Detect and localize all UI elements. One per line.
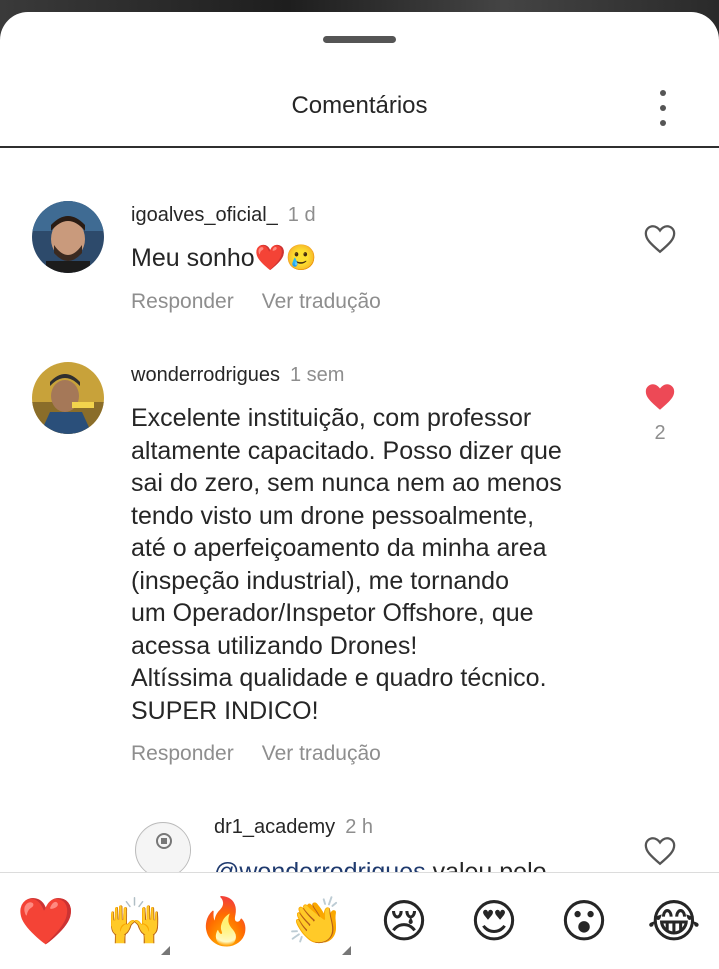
tears-of-joy-emoji-button[interactable]: 😂 <box>646 893 702 949</box>
fire-emoji-button[interactable]: 🔥 <box>197 893 254 949</box>
comment-line: sai do zero, sem nunca nem ao menos <box>131 469 562 497</box>
comment-line: um Operador/Inspetor Offshore, que <box>131 599 534 627</box>
comment-line: SUPER INDICO! <box>131 696 319 725</box>
comment-time: 1 sem <box>289 364 345 386</box>
comment-username[interactable]: igoalves_oficial_ 1 d <box>131 204 316 227</box>
heart-emoji-button[interactable]: ❤️ <box>17 893 74 949</box>
see-translation-button[interactable]: Ver tradução <box>262 742 381 765</box>
heart-outline-icon[interactable] <box>642 222 678 256</box>
avatar[interactable] <box>32 201 104 273</box>
comment-text: Meu sonho❤️🥲 <box>131 244 317 272</box>
surprised-emoji-button[interactable]: 😮 <box>556 893 612 949</box>
comment-actions: Responder Ver tradução <box>131 742 409 766</box>
page-title: Comentários <box>291 92 428 119</box>
clapping-emoji-button[interactable]: 👏 <box>287 893 351 955</box>
avatar[interactable] <box>135 822 191 878</box>
heart-filled-icon[interactable] <box>642 380 678 414</box>
comment-line: altamente capacitado. Posso dizer que <box>131 436 562 465</box>
reply-button[interactable]: Responder <box>131 290 234 313</box>
comment-actions: Responder Ver tradução <box>131 290 409 314</box>
comment-line: (inspeção industrial), me tornando <box>131 566 509 595</box>
like-count: 2 <box>654 422 666 444</box>
comment-time: 1 d <box>287 204 316 226</box>
comment-text: Excelente instituição, com professor alt… <box>131 402 651 727</box>
heart-outline-icon[interactable] <box>642 834 678 868</box>
skin-tone-indicator-icon <box>342 946 351 955</box>
comment-line: tendo visto um drone pessoalmente, <box>131 501 535 530</box>
comment-time: 2 h <box>345 816 373 838</box>
see-translation-button[interactable]: Ver tradução <box>262 290 381 313</box>
drag-handle[interactable] <box>323 36 396 43</box>
comment-line: até o aperfeiçoamento da minha area <box>131 534 547 562</box>
crying-emoji-button[interactable]: 😢 <box>376 893 432 949</box>
avatar[interactable] <box>32 362 104 434</box>
skin-tone-indicator-icon <box>161 946 170 955</box>
comment-line: acessa utilizando Drones! <box>131 631 418 660</box>
comments-sheet: Comentários igoalves_oficial_ 1 d Meu son… <box>0 12 719 969</box>
heart-eyes-emoji-button[interactable]: 😍 <box>466 893 522 949</box>
comment-username[interactable]: wonderrodrigues 1 sem <box>131 364 344 387</box>
comment-line: Excelente instituição, com professor <box>131 404 532 432</box>
reply-button[interactable]: Responder <box>131 742 234 765</box>
comments-header: Comentários <box>0 68 719 148</box>
comment-username[interactable]: dr1_academy 2 h <box>214 816 373 839</box>
more-options-icon[interactable] <box>653 90 673 126</box>
raising-hands-emoji-button[interactable]: 🙌 <box>106 893 170 955</box>
comment-line: Altíssima qualidade e quadro técnico. <box>131 664 547 692</box>
quick-reactions-bar: ❤️ 🙌 🔥 👏 😢 😍 😮 😂 <box>0 872 719 969</box>
